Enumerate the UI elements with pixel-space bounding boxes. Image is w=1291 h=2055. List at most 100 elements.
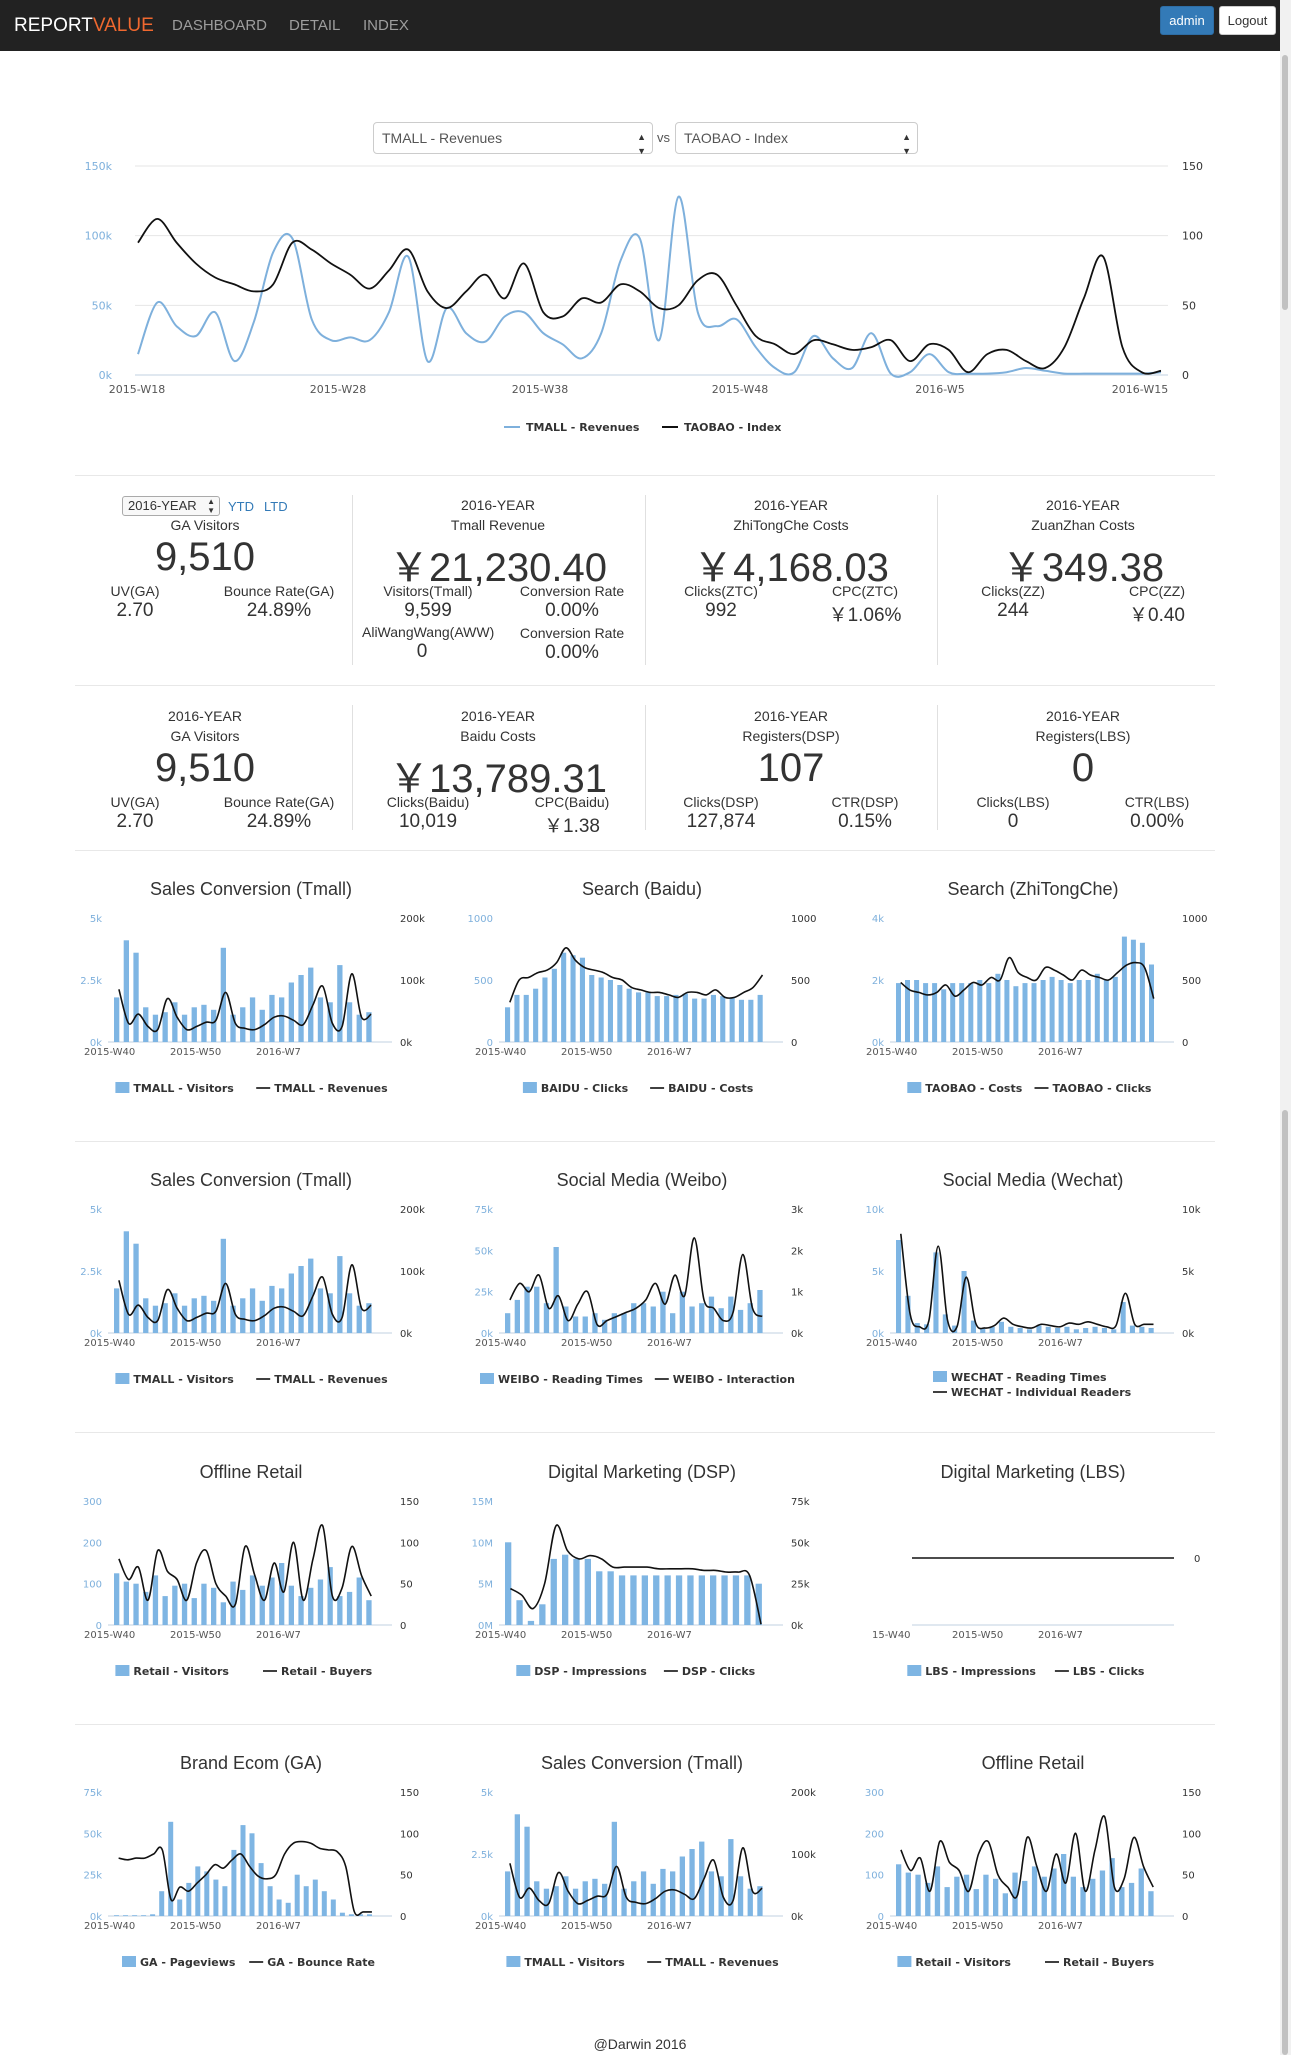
bar (1130, 939, 1136, 1042)
legend-label[interactable]: LBS - Impressions (925, 1665, 1036, 1678)
bar (337, 1596, 343, 1625)
main-compare-chart: 0k 0 50k 50 100k 100 150k 150 2015-W18 2015-W28 20… (85, 160, 1203, 434)
kpi-sub-label: Conversion Rate (519, 583, 625, 599)
kpi-sub-label: CPC(ZZ) (1129, 583, 1185, 599)
legend-label[interactable]: Retail - Visitors (133, 1665, 229, 1678)
bar (288, 1273, 294, 1333)
kpi-sub-metric: Bounce Rate(GA) 24.89% (219, 794, 339, 833)
legend-label[interactable]: BAIDU - Clicks (541, 1082, 629, 1095)
y-right-tick: 1k (791, 1288, 803, 1299)
bar (993, 1878, 999, 1916)
bar (1138, 1868, 1144, 1916)
legend-label[interactable]: TAOBAO - Costs (925, 1082, 1022, 1095)
small-chart: 05001000050010002015-W40 2015-W50 2016-W7B… (468, 914, 817, 1095)
bar (258, 1863, 264, 1916)
small-chart: 01002003000501001502015-W40 2015-W50 2016-… (865, 1788, 1201, 1969)
bar (191, 1598, 197, 1625)
legend-label[interactable]: WEIBO - Reading Times (498, 1373, 643, 1386)
bar (582, 1881, 588, 1916)
kpi-sub-metric: UV(GA) 2.70 (75, 583, 195, 622)
kpi-sub-metric: Clicks(Baidu) 10,019 (368, 794, 488, 833)
bar (551, 968, 557, 1042)
bar (977, 980, 983, 1042)
legend-label[interactable]: TAOBAO - Index (684, 421, 781, 434)
y-left-tick: 300 (83, 1497, 102, 1508)
x-tick: 2015-W40 (84, 1921, 135, 1932)
x-tick: 2015-W40 (84, 1338, 135, 1349)
bar (1129, 1325, 1135, 1333)
legend-label[interactable]: WEIBO - Interaction (673, 1373, 795, 1386)
kpi-panel: 2016-YEAR ZuanZhan Costs ￥349.38 Clicks(Z… (937, 497, 1229, 667)
bar (220, 1602, 226, 1625)
bar (621, 1313, 627, 1333)
bar (598, 977, 604, 1042)
bar (1148, 1328, 1154, 1333)
kpi-sub-metric: Clicks(DSP) 127,874 (661, 794, 781, 833)
bar (527, 1620, 535, 1625)
kpi-sub-value: 0 (1007, 811, 1019, 832)
scrollbar-thumb-lower[interactable] (1282, 1110, 1288, 2055)
kpi-sub-metric: AliWangWang(AWW) 0 (362, 624, 494, 663)
legend-label[interactable]: TMALL - Revenues (526, 421, 640, 434)
bar (162, 1303, 168, 1333)
legend-label[interactable]: BAIDU - Costs (668, 1082, 754, 1095)
bar (896, 1864, 902, 1916)
legend-label[interactable]: WECHAT - Individual Readers (951, 1386, 1132, 1396)
bar (934, 1866, 941, 1916)
legend-label[interactable]: TMALL - Revenues (274, 1373, 388, 1386)
bar (905, 1872, 911, 1916)
legend-label[interactable]: TMALL - Visitors (133, 1373, 234, 1386)
y-left-tick: 2.5k (80, 1267, 102, 1278)
legend-label[interactable]: Retail - Visitors (915, 1956, 1011, 1969)
x-tick: 2015-W40 (866, 1338, 917, 1349)
bar (279, 1288, 285, 1333)
legend-label[interactable]: TAOBAO - Clicks (1053, 1082, 1152, 1095)
legend-label[interactable]: DSP - Clicks (682, 1665, 756, 1678)
legend-label[interactable]: TMALL - Visitors (524, 1956, 625, 1969)
bar (670, 1871, 676, 1916)
x-tick: 2015-W40 (84, 1047, 135, 1058)
scrollbar-thumb[interactable] (1282, 55, 1288, 310)
bar (152, 1575, 159, 1625)
main-x-tick: 2015-W38 (512, 383, 568, 396)
bar (1031, 983, 1037, 1042)
bar (505, 1542, 512, 1625)
y-left-tick: 5M (478, 1580, 493, 1591)
x-tick: 2016-W7 (1038, 1921, 1083, 1932)
y-right-tick: 150 (1182, 1788, 1201, 1799)
legend-label[interactable]: Retail - Buyers (1063, 1956, 1155, 1969)
legend-bar-swatch (933, 1371, 947, 1382)
y-left-tick: 300 (865, 1788, 884, 1799)
kpi-name: Registers(LBS) (1035, 728, 1131, 744)
scrollbar[interactable] (1280, 0, 1291, 2055)
bar (968, 983, 974, 1042)
bar (195, 1866, 201, 1916)
bar (550, 1558, 557, 1625)
legend-label[interactable]: LBS - Clicks (1073, 1665, 1145, 1678)
bar (123, 940, 129, 1042)
legend-label[interactable]: GA - Bounce Rate (267, 1956, 375, 1969)
bar (279, 1563, 285, 1625)
x-tick: 2015-W40 (475, 1047, 526, 1058)
x-tick: 2016-W7 (647, 1630, 692, 1641)
bar (1040, 980, 1046, 1042)
bar (1119, 1887, 1125, 1916)
kpi-sub-label: Bounce Rate(GA) (223, 583, 335, 599)
main-x-tick: 2016-W5 (915, 383, 964, 396)
legend-label[interactable]: TMALL - Revenues (274, 1082, 388, 1095)
bar (267, 1886, 273, 1916)
legend-label[interactable]: WECHAT - Reading Times (951, 1371, 1107, 1384)
bar (177, 1899, 183, 1916)
legend-label[interactable]: DSP - Impressions (534, 1665, 647, 1678)
legend-label[interactable]: TMALL - Revenues (665, 1956, 779, 1969)
y-left-tick: 25k (474, 1288, 493, 1299)
legend-label[interactable]: GA - Pageviews (140, 1956, 236, 1969)
legend-label[interactable]: TMALL - Visitors (133, 1082, 234, 1095)
kpi-sub-value: 244 (997, 600, 1029, 621)
bar (516, 1600, 523, 1625)
bar (346, 1293, 353, 1333)
legend-label[interactable]: Retail - Buyers (281, 1665, 373, 1678)
bar (330, 1899, 336, 1916)
y-left-tick: 100 (83, 1580, 102, 1591)
main-y-left-tick: 0k (99, 369, 113, 382)
